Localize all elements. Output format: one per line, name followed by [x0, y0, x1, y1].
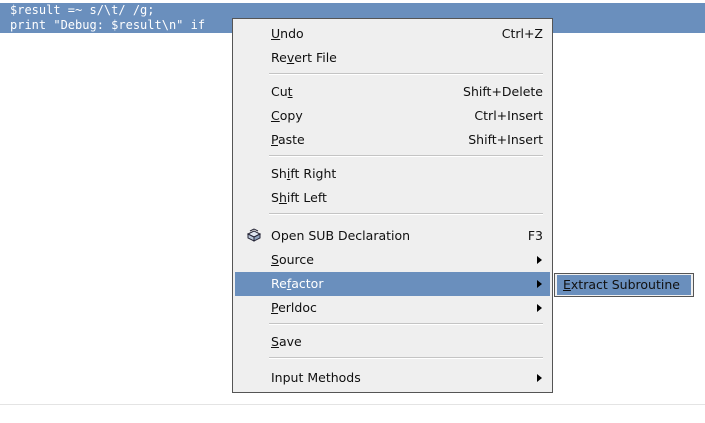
code-line-1[interactable]: $result =~ s/\t/ /g;: [10, 3, 155, 18]
menu-item-open-sub-declaration[interactable]: Open SUB Declaration F3: [235, 224, 550, 248]
menu-item-label: Open SUB Declaration: [271, 228, 411, 243]
menu-item-save[interactable]: Save: [235, 330, 550, 354]
menu-separator: [269, 73, 543, 75]
submenu-arrow-icon: [537, 256, 542, 264]
menu-item-label: Input Methods: [271, 370, 361, 385]
menu-item-shift-right[interactable]: Shift Right: [235, 162, 550, 186]
submenu-item-extract-subroutine[interactable]: Extract Subroutine: [557, 275, 691, 295]
submenu-arrow-icon: [537, 374, 542, 382]
menu-item-label: Revert File: [271, 50, 337, 65]
submenu-arrow-icon: [537, 280, 542, 288]
menu-item-accel: Ctrl+Insert: [474, 108, 543, 123]
menu-separator: [269, 357, 543, 359]
menu-item-revert-file[interactable]: Revert File: [235, 46, 550, 70]
code-line-2[interactable]: print "Debug: $result\n" if: [10, 18, 205, 33]
context-menu: Undo Ctrl+Z Revert File Cut Shift+Delete…: [232, 18, 553, 393]
editor-bottom-border: [0, 404, 705, 405]
menu-separator: [269, 323, 543, 325]
menu-item-refactor[interactable]: Refactor: [235, 272, 550, 296]
refactor-submenu: Extract Subroutine: [554, 273, 694, 297]
menu-item-undo[interactable]: Undo Ctrl+Z: [235, 22, 550, 46]
menu-item-label: Source: [271, 252, 314, 267]
menu-item-label: Save: [271, 334, 302, 349]
menu-item-cut[interactable]: Cut Shift+Delete: [235, 80, 550, 104]
menu-item-accel: F3: [527, 228, 543, 243]
menu-item-accel: Shift+Insert: [468, 132, 543, 147]
menu-item-shift-left[interactable]: Shift Left: [235, 186, 550, 210]
menu-separator: [269, 155, 543, 157]
menu-item-label: Copy: [271, 108, 303, 123]
menu-item-label: Perldoc: [271, 300, 317, 315]
menu-item-source[interactable]: Source: [235, 248, 550, 272]
menu-item-label: Shift Right: [271, 166, 337, 181]
menu-separator: [269, 213, 543, 215]
submenu-item-label: Extract Subroutine: [563, 277, 680, 292]
menu-item-accel: Shift+Delete: [463, 84, 543, 99]
menu-item-input-methods[interactable]: Input Methods: [235, 366, 550, 390]
menu-item-label: Refactor: [271, 276, 324, 291]
menu-item-accel: Ctrl+Z: [501, 26, 543, 41]
menu-item-label: Cut: [271, 84, 293, 99]
menu-item-label: Paste: [271, 132, 305, 147]
submenu-arrow-icon: [537, 304, 542, 312]
menu-item-paste[interactable]: Paste Shift+Insert: [235, 128, 550, 152]
menu-item-label: Shift Left: [271, 190, 327, 205]
menu-item-label: Undo: [271, 26, 304, 41]
menu-item-copy[interactable]: Copy Ctrl+Insert: [235, 104, 550, 128]
open-declaration-icon: [246, 228, 262, 242]
menu-item-perldoc[interactable]: Perldoc: [235, 296, 550, 320]
